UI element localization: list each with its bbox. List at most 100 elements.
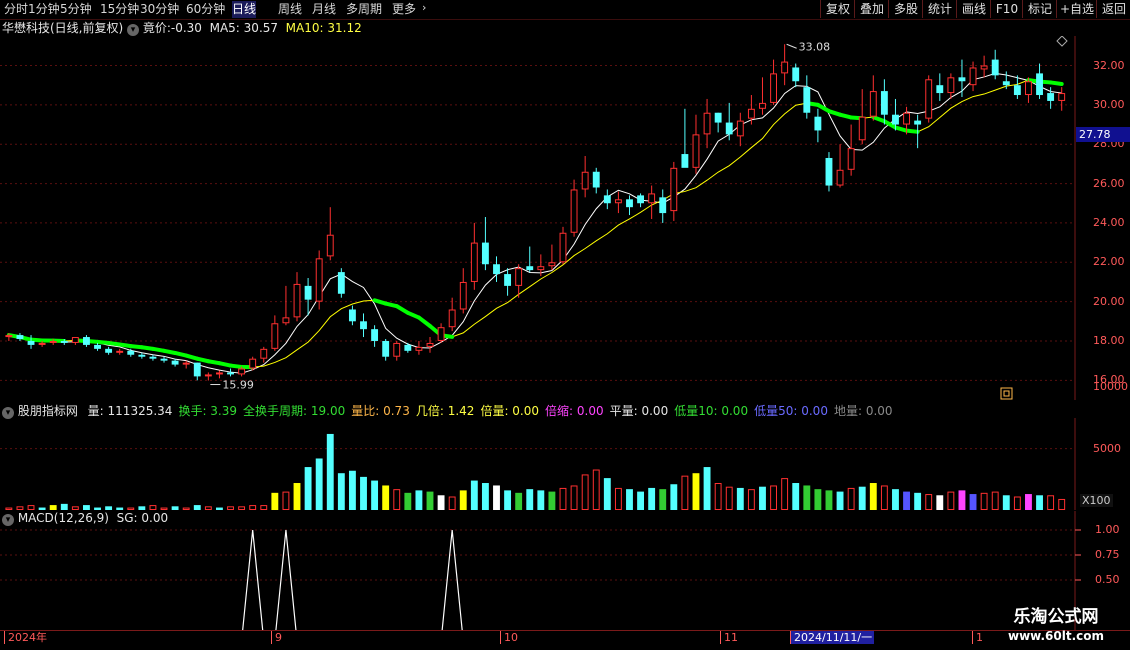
candlestick-chart[interactable]: 33.08 15.99 <box>0 36 1130 400</box>
candle-body <box>38 342 46 345</box>
volume-bar <box>858 486 866 510</box>
candle-body <box>171 360 179 365</box>
ma10-value: 31.12 <box>327 21 362 35</box>
volume-chart[interactable] <box>0 418 1130 510</box>
candle <box>105 346 113 355</box>
low-price-label: 15.99 <box>222 379 254 392</box>
period-tab-2[interactable]: 5分钟 <box>60 1 92 18</box>
candle <box>1036 63 1043 99</box>
toolbar-button-8[interactable]: 返回 <box>1096 0 1130 18</box>
watermark: 乐淘公式网 www.60lt.com <box>986 606 1126 644</box>
period-tab-1[interactable]: 1分钟 <box>28 1 60 18</box>
candle-body <box>16 335 24 340</box>
volume-bar <box>947 491 955 510</box>
period-tab-8[interactable]: 月线 <box>312 1 336 18</box>
volume-bar <box>459 490 467 510</box>
stock-title[interactable]: 华懋科技(日线,前复权) <box>2 21 123 35</box>
candle-body <box>670 167 678 212</box>
volume-bar <box>603 478 611 510</box>
candle-body <box>426 342 434 347</box>
candle <box>204 372 212 381</box>
price-tick: 22.00 <box>1093 255 1125 269</box>
volume-bar <box>371 480 379 510</box>
candle-body <box>581 171 589 190</box>
candle <box>215 370 223 379</box>
candle-body <box>448 309 456 328</box>
volume-panel-title[interactable]: 股朋指标网 <box>18 404 78 418</box>
candle <box>149 354 157 361</box>
period-tab-4[interactable]: 30分钟 <box>140 1 179 18</box>
volume-bar <box>5 507 13 510</box>
period-tab-3[interactable]: 15分钟 <box>100 1 139 18</box>
chevron-down-icon[interactable]: ▾ <box>127 24 140 36</box>
volume-bar <box>559 487 567 510</box>
macd-tick: 0.75 <box>1095 548 1120 561</box>
volume-unit-label: X100 <box>1080 494 1113 507</box>
vol-field-label: 倍缩: <box>545 404 574 418</box>
date-cursor-label: 2024/11/11/一 <box>790 631 875 644</box>
ma10-label: MA10: <box>285 21 324 35</box>
volume-bar <box>914 492 922 510</box>
price-tick: 32.00 <box>1093 58 1125 72</box>
candle <box>614 191 622 214</box>
candle-body <box>603 195 611 204</box>
candle <box>160 356 168 363</box>
volume-bar <box>493 485 500 510</box>
candle-body <box>360 321 367 330</box>
candle <box>626 195 633 216</box>
vol-field-0: 量: 111325.34 <box>88 404 173 418</box>
vol-field-value: 0.00 <box>797 404 828 418</box>
volume-bar <box>1058 498 1066 510</box>
candle-body <box>548 262 556 267</box>
toolbar-button-2[interactable]: 多股 <box>888 0 923 18</box>
volume-bar <box>360 476 367 510</box>
ma5-value: 30.57 <box>243 21 279 35</box>
candle <box>548 244 556 271</box>
volume-bar <box>160 507 168 510</box>
price-tick: 30.00 <box>1093 97 1125 111</box>
period-tab-5[interactable]: 60分钟 <box>186 1 225 18</box>
candle <box>526 246 534 273</box>
date-tick: 11 <box>720 631 738 644</box>
candle <box>371 325 379 347</box>
period-tab-7[interactable]: 周线 <box>278 1 302 18</box>
period-tab-9[interactable]: 多周期 <box>346 1 382 18</box>
period-tab-6[interactable]: 日线 <box>232 1 257 18</box>
toolbar-button-3[interactable]: 统计 <box>922 0 957 18</box>
volume-bar <box>1036 495 1043 510</box>
bid-label: 竟价: <box>142 21 171 35</box>
volume-bar <box>581 474 589 510</box>
volume-bar <box>1002 495 1010 510</box>
candle <box>747 95 755 125</box>
toolbar-button-0[interactable]: 复权 <box>820 0 855 18</box>
vol-field-label: 地量: <box>833 404 863 418</box>
period-tab-0[interactable]: 分时 <box>4 1 28 18</box>
vol-field-value: 0.00 <box>508 404 540 418</box>
toolbar-button-7[interactable]: +自选 <box>1056 0 1097 18</box>
toolbar-button-1[interactable]: 叠加 <box>854 0 889 18</box>
candle-body <box>60 340 68 343</box>
volume-bar <box>836 491 844 510</box>
vol-field-label: 低量50: <box>754 404 798 418</box>
candle <box>958 59 966 97</box>
candle-body <box>348 309 356 322</box>
candle <box>260 346 268 363</box>
volume-bar <box>980 492 988 510</box>
toolbar-button-6[interactable]: 标记 <box>1022 0 1057 18</box>
vol-field-value: 0.73 <box>379 404 410 418</box>
candle-body <box>725 122 733 135</box>
chevron-right-icon[interactable]: › <box>422 1 426 14</box>
high-price-label: 33.08 <box>799 40 831 53</box>
vol-field-value: 0.00 <box>573 404 604 418</box>
toolbar-button-4[interactable]: 画线 <box>956 0 991 18</box>
ma10-down-segment <box>904 128 920 134</box>
price-tick: 24.00 <box>1093 215 1125 229</box>
current-price-tag: 27.78 <box>1076 127 1130 142</box>
period-tab-10[interactable]: 更多 <box>392 1 416 18</box>
macd-chart[interactable] <box>0 511 1130 630</box>
toolbar-button-5[interactable]: F10 <box>990 0 1023 18</box>
volume-bar <box>260 505 268 510</box>
candle <box>592 167 600 194</box>
candle-body <box>49 340 57 343</box>
candle-body <box>969 67 977 86</box>
